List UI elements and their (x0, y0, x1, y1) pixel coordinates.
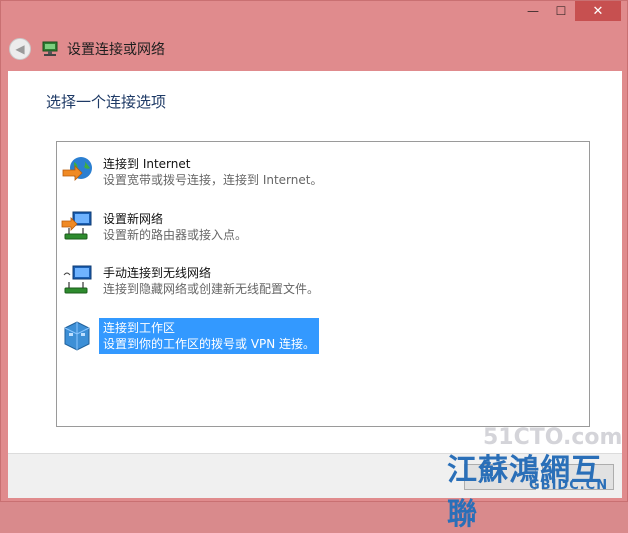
option-title: 连接到工作区 (103, 321, 176, 335)
connection-options-list: 连接到 Internet 设置宽带或拨号连接，连接到 Internet。 设置新… (56, 141, 590, 427)
wireless-network-icon (63, 265, 92, 294)
close-button[interactable]: ✕ (575, 1, 621, 21)
option-title: 手动连接到无线网络 (103, 266, 212, 280)
page-heading: 选择一个连接选项 (46, 93, 167, 111)
option-connect-workplace[interactable]: 连接到工作区 设置到你的工作区的拨号或 VPN 连接。 (61, 318, 320, 354)
maximize-button[interactable]: ☐ (547, 1, 575, 21)
option-description: 连接到隐藏网络或创建新无线配置文件。 (103, 282, 320, 296)
window-controls: — ☐ ✕ (519, 1, 621, 23)
network-setup-icon (42, 41, 58, 56)
option-title: 设置新网络 (103, 212, 164, 226)
option-description: 设置新的路由器或接入点。 (103, 228, 248, 242)
window-title: 设置连接或网络 (67, 42, 165, 58)
title-bar: ◀ 设置连接或网络 (9, 35, 165, 63)
minimize-button[interactable]: — (519, 1, 547, 21)
main-content: 选择一个连接选项 连接到 Internet 设置宽带或拨号连接，连接到 Inte… (8, 71, 622, 453)
new-network-icon (61, 211, 92, 240)
option-new-network[interactable]: 设置新网络 设置新的路由器或接入点。 (61, 209, 251, 245)
option-description: 设置宽带或拨号连接，连接到 Internet。 (103, 173, 323, 187)
workplace-icon (64, 321, 90, 351)
window-frame: — ☐ ✕ ◀ 设置连接或网络 选择一个连接选项 连接到 Internet 设置… (0, 0, 628, 532)
back-button[interactable]: ◀ (9, 38, 31, 60)
option-connect-internet[interactable]: 连接到 Internet 设置宽带或拨号连接，连接到 Internet。 (61, 154, 326, 190)
option-description: 设置到你的工作区的拨号或 VPN 连接。 (103, 337, 316, 351)
option-manual-wireless[interactable]: 手动连接到无线网络 连接到隐藏网络或创建新无线配置文件。 (61, 263, 323, 299)
globe-icon (62, 157, 92, 181)
watermark-url: GBIDC.CN (529, 478, 609, 493)
back-arrow-icon: ◀ (15, 42, 25, 56)
option-title: 连接到 Internet (103, 157, 191, 171)
